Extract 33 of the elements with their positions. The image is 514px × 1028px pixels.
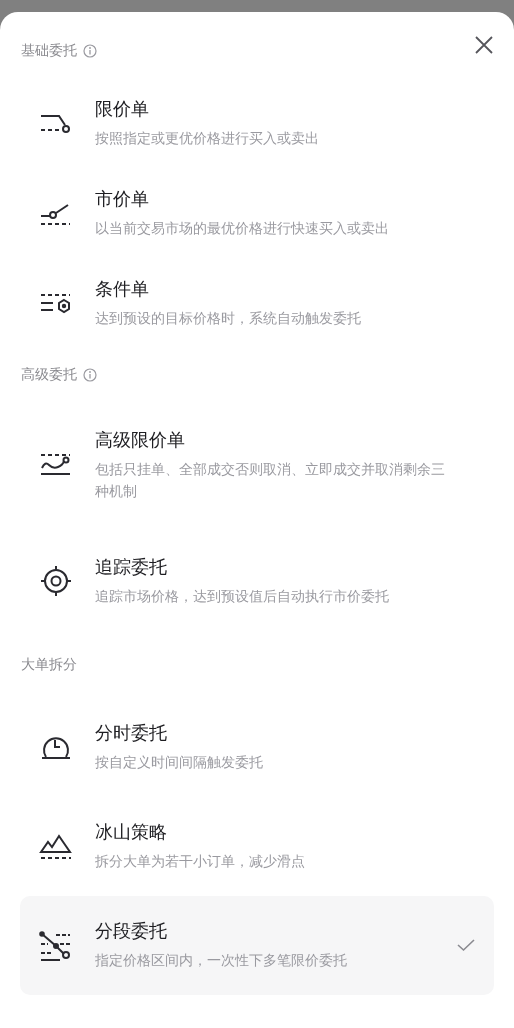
section-title: 大单拆分: [21, 656, 77, 674]
order-type-option[interactable]: 高级限价单 包括只挂单、全部成交否则取消、立即成交并取消剩余三种机制: [20, 406, 494, 532]
option-title: 追踪委托: [95, 555, 168, 579]
info-icon[interactable]: [83, 368, 97, 382]
option-description: 追踪市场价格，达到预设值后自动执行市价委托: [95, 587, 390, 606]
option-description: 包括只挂单、全部成交否则取消、立即成交并取消剩余三种机制: [95, 460, 446, 501]
order-type-option[interactable]: 分时委托 按自定义时间间隔触发委托: [20, 698, 494, 797]
option-description: 以当前交易市场的最优价格进行快速买入或卖出: [95, 219, 390, 238]
order-type-option[interactable]: 条件单 达到预设的目标价格时，系统自动触发委托: [20, 258, 494, 348]
option-title: 分时委托: [95, 721, 168, 745]
option-title: 限价单: [95, 97, 150, 121]
order-type-option[interactable]: 市价单 以当前交易市场的最优价格进行快速买入或卖出: [20, 168, 494, 258]
crosshair-icon: [38, 563, 74, 599]
order-type-option[interactable]: 追踪委托 追踪市场价格，达到预设值后自动执行市价委托: [20, 532, 494, 638]
option-description: 指定价格区间内，一次性下多笔限价委托: [95, 951, 348, 970]
option-title: 分段委托: [95, 919, 168, 943]
option-description: 按照指定或更优价格进行买入或卖出: [95, 129, 320, 148]
option-title: 高级限价单: [95, 428, 186, 452]
check-icon: [456, 937, 476, 953]
close-icon: [474, 35, 494, 55]
info-icon[interactable]: [83, 44, 97, 58]
order-type-option[interactable]: 限价单 按照指定或更优价格进行买入或卖出: [20, 78, 494, 168]
option-description: 拆分大单为若干小订单，减少滑点: [95, 852, 306, 871]
option-title: 冰山策略: [95, 820, 168, 844]
option-title: 市价单: [95, 187, 150, 211]
close-button[interactable]: [474, 35, 494, 55]
section-title: 高级委托: [21, 366, 77, 384]
order-type-option[interactable]: 分段委托 指定价格区间内，一次性下多笔限价委托: [20, 896, 494, 995]
option-title: 条件单: [95, 277, 150, 301]
section-title: 基础委托: [21, 42, 77, 60]
option-description: 达到预设的目标价格时，系统自动触发委托: [95, 309, 362, 328]
order-type-option[interactable]: 冰山策略 拆分大单为若干小订单，减少滑点: [20, 797, 494, 896]
option-description: 按自定义时间间隔触发委托: [95, 753, 264, 772]
